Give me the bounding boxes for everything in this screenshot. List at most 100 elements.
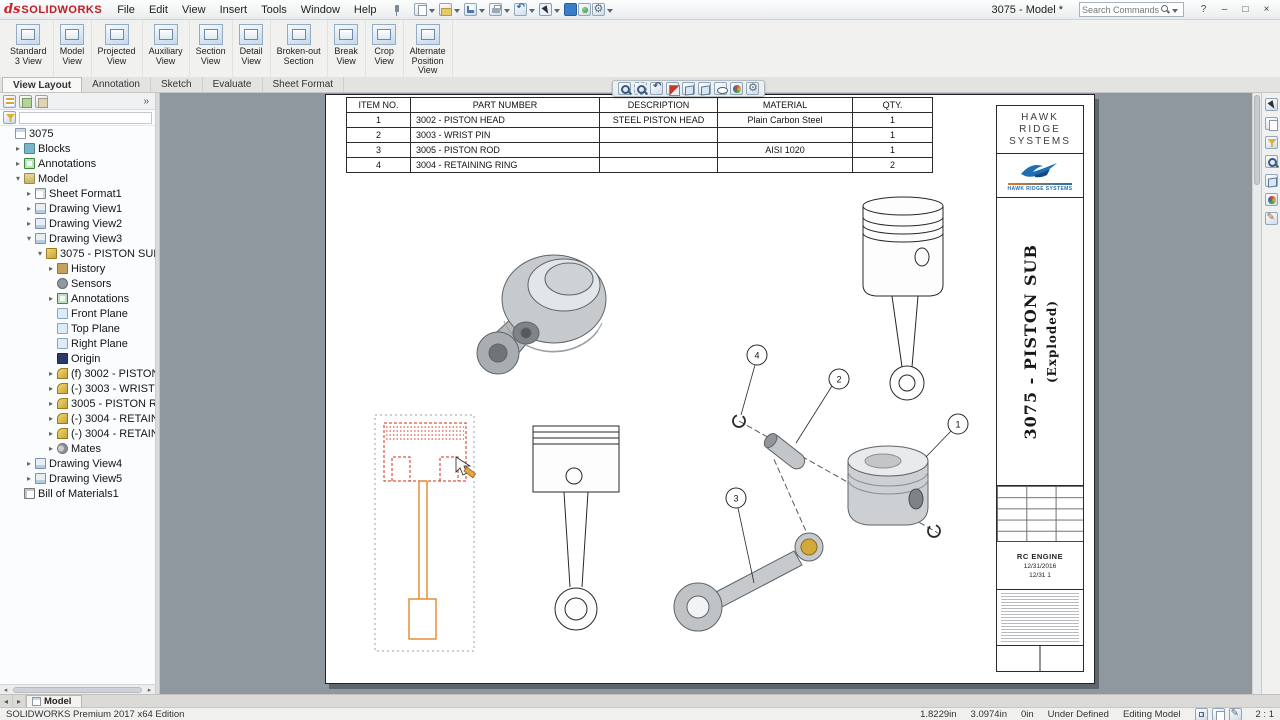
open-icon[interactable]: [439, 3, 452, 16]
rebuild-icon[interactable]: [578, 3, 591, 16]
drawing-view-assembled-iso[interactable]: [477, 255, 606, 374]
part-retaining-ring-bottom[interactable]: [928, 525, 940, 537]
tree-item-drawing-view4[interactable]: ▸Drawing View4: [0, 456, 155, 471]
drawing-view-piston-rod-front[interactable]: [863, 197, 943, 400]
expand-arrow-icon[interactable]: ▾: [13, 174, 23, 183]
balloon-1[interactable]: 1: [926, 414, 968, 457]
undo-icon[interactable]: [514, 3, 527, 16]
tree-item-3003-wrist-pin[interactable]: ▸(-) 3003 - WRIST PIN: [0, 381, 155, 396]
tree-filter-input[interactable]: [19, 112, 152, 124]
expand-arrow-icon[interactable]: ▸: [46, 429, 56, 438]
editing-mode-label[interactable]: Editing Model: [1123, 709, 1181, 720]
search-caret-icon[interactable]: [1172, 9, 1178, 16]
expand-arrow-icon[interactable]: ▸: [46, 414, 56, 423]
sheet-tab-scroll-left-icon[interactable]: ◂: [0, 695, 13, 707]
ribbon-button-section-view[interactable]: Section View: [190, 20, 233, 77]
open-icon-caret[interactable]: [454, 9, 460, 16]
filter-icon[interactable]: [3, 111, 16, 124]
tree-item-origin[interactable]: Origin: [0, 351, 155, 366]
orientation-icon[interactable]: [1265, 174, 1278, 187]
close-button[interactable]: ×: [1257, 2, 1276, 18]
tree-root[interactable]: 3075: [0, 126, 155, 141]
drawing-view-exploded[interactable]: 1 2 3 4: [674, 345, 968, 631]
tree-item-3004-retaining[interactable]: ▸(-) 3004 - RETAINING: [0, 426, 155, 441]
edit-appearance-icon[interactable]: [730, 82, 743, 95]
ribbon-button-standard-3-view[interactable]: Standard 3 View: [4, 20, 54, 77]
expand-arrow-icon[interactable]: ▸: [24, 474, 34, 483]
tab-view-layout[interactable]: View Layout: [2, 77, 82, 92]
tree-item-drawing-view2[interactable]: ▸Drawing View2: [0, 216, 155, 231]
drawing-view-piston-front[interactable]: [533, 426, 619, 630]
scroll-left-icon[interactable]: ◂: [0, 686, 11, 694]
search-box[interactable]: [1079, 2, 1184, 17]
tree-item-annotations[interactable]: ▸Annotations: [0, 156, 155, 171]
tree-item-bill-of-materials1[interactable]: Bill of Materials1: [0, 486, 155, 501]
undo-icon-caret[interactable]: [529, 9, 535, 16]
menu-window[interactable]: Window: [294, 2, 347, 18]
expand-arrow-icon[interactable]: ▾: [35, 249, 45, 258]
options-gear-icon[interactable]: [592, 3, 605, 16]
tree-item-right-plane[interactable]: Right Plane: [0, 336, 155, 351]
scroll-right-icon[interactable]: ▸: [144, 686, 155, 694]
new-document-icon[interactable]: [414, 3, 427, 16]
view-orientation-icon[interactable]: [682, 82, 695, 95]
part-piston-head[interactable]: [848, 446, 928, 525]
drawing-view-sketch-selected[interactable]: [375, 415, 476, 651]
configuration-tab-icon[interactable]: [35, 95, 48, 108]
tree-item-drawing-view5[interactable]: ▸Drawing View5: [0, 471, 155, 486]
ribbon-button-crop-view[interactable]: Crop View: [366, 20, 404, 77]
zoom-fit-icon[interactable]: [618, 82, 631, 95]
tree-item-top-plane[interactable]: Top Plane: [0, 321, 155, 336]
tree-item-mates[interactable]: ▸Mates: [0, 441, 155, 456]
tree-item-blocks[interactable]: ▸Blocks: [0, 141, 155, 156]
tree-item-history[interactable]: ▸History: [0, 261, 155, 276]
menu-edit[interactable]: Edit: [142, 2, 175, 18]
expand-arrow-icon[interactable]: ▸: [46, 384, 56, 393]
tree-item-model[interactable]: ▾Model: [0, 171, 155, 186]
menu-help[interactable]: Help: [347, 2, 384, 18]
panel-expand-chevron-icon[interactable]: »: [140, 96, 152, 107]
pan-icon[interactable]: [1265, 98, 1278, 111]
ribbon-button-projected-view[interactable]: Projected View: [92, 20, 143, 77]
bom-row[interactable]: 23003 - WRIST PIN1: [347, 128, 933, 143]
expand-arrow-icon[interactable]: ▸: [46, 369, 56, 378]
print-icon-caret[interactable]: [504, 9, 510, 16]
tab-annotation[interactable]: Annotation: [82, 77, 151, 92]
sketch-entities-orange[interactable]: [409, 481, 436, 639]
graphics-area[interactable]: 1 2 3 4: [160, 93, 1252, 694]
sheet-tab-scroll-right-icon[interactable]: ▸: [13, 695, 26, 707]
bom-row[interactable]: 33005 - PISTON RODAISI 10201: [347, 143, 933, 158]
options-gear-icon-caret[interactable]: [607, 9, 613, 16]
tree-item-3075-piston-sub-expl[interactable]: ▾3075 - PISTON SUB (Expl: [0, 246, 155, 261]
ribbon-button-auxiliary-view[interactable]: Auxiliary View: [143, 20, 190, 77]
part-wrist-pin[interactable]: [762, 431, 808, 472]
search-icon[interactable]: [1160, 4, 1171, 15]
expand-arrow-icon[interactable]: ▸: [24, 189, 34, 198]
ribbon-button-detail-view[interactable]: Detail View: [233, 20, 271, 77]
tab-model[interactable]: Model: [26, 695, 82, 707]
menu-view[interactable]: View: [175, 2, 213, 18]
menu-tools[interactable]: Tools: [254, 2, 294, 18]
title-block[interactable]: HAWK RIDGE SYSTEMS HAWK RIDGE SYSTEMS 30…: [996, 105, 1084, 672]
tree-item-3005-piston-rod[interactable]: ▸3005 - PISTON ROD<: [0, 396, 155, 411]
expand-arrow-icon[interactable]: ▸: [24, 459, 34, 468]
restore-button[interactable]: □: [1236, 2, 1255, 18]
expand-arrow-icon[interactable]: ▸: [46, 399, 56, 408]
tab-sheet-format[interactable]: Sheet Format: [263, 77, 345, 92]
scale-icon[interactable]: [1195, 708, 1208, 720]
menu-insert[interactable]: Insert: [213, 2, 255, 18]
select-arrow-icon-caret[interactable]: [554, 9, 560, 16]
tree-item-sheet-format1[interactable]: ▸Sheet Format1: [0, 186, 155, 201]
tree-item-f-3002-piston-he[interactable]: ▸(f) 3002 - PISTON HE: [0, 366, 155, 381]
clipboard-icon[interactable]: [1265, 117, 1278, 130]
ribbon-button-break-view[interactable]: Break View: [328, 20, 366, 77]
bom-row[interactable]: 43004 - RETAINING RING2: [347, 158, 933, 173]
balloon-3[interactable]: 3: [726, 488, 754, 583]
tree-item-drawing-view1[interactable]: ▸Drawing View1: [0, 201, 155, 216]
tab-evaluate[interactable]: Evaluate: [203, 77, 263, 92]
bill-of-materials-table[interactable]: ITEM NO.PART NUMBERDESCRIPTIONMATERIALQT…: [346, 97, 933, 173]
featuremanager-tab-icon[interactable]: [3, 95, 16, 108]
expand-arrow-icon[interactable]: ▸: [46, 294, 56, 303]
balloon-2[interactable]: 2: [796, 369, 849, 443]
zoom-area-icon[interactable]: [634, 82, 647, 95]
